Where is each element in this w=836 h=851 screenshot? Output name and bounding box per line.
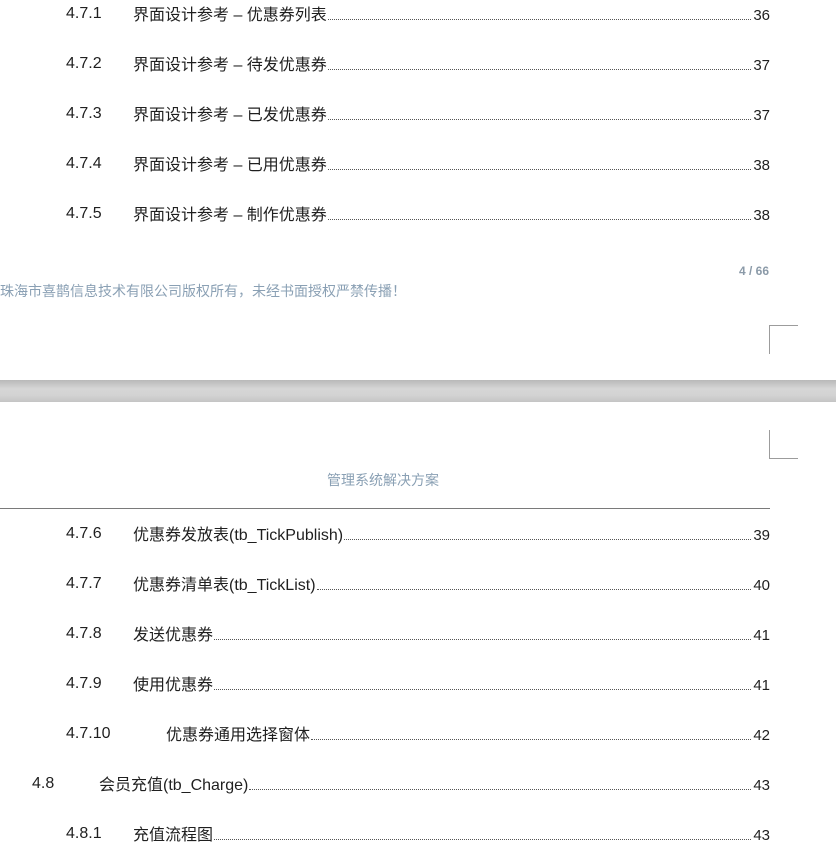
toc-title: 界面设计参考 – 已用优惠券	[133, 157, 327, 174]
toc-leader-dots	[327, 169, 752, 170]
toc-leader-dots	[311, 739, 752, 740]
toc-leader-dots	[327, 69, 752, 70]
toc-entry[interactable]: 4.7.8 发送优惠券 41	[0, 622, 770, 646]
toc-title: 发送优惠券	[133, 627, 214, 644]
toc-number: 4.7.1	[66, 5, 102, 22]
toc-entry[interactable]: 4.7.6 优惠券发放表(tb_TickPublish) 39	[0, 522, 770, 546]
toc-number: 4.8.1	[66, 825, 102, 842]
toc-entry[interactable]: 4.7.3 界面设计参考 – 已发优惠券 37	[0, 102, 770, 126]
toc-page-number: 37	[753, 107, 770, 124]
document-page-5: 管理系统解决方案 4.7.6 优惠券发放表(tb_TickPublish) 39…	[0, 402, 836, 851]
toc-number: 4.7.5	[66, 205, 102, 222]
toc-number: 4.7.9	[66, 675, 102, 692]
page-counter: 4 / 66	[738, 264, 769, 278]
toc-title: 界面设计参考 – 制作优惠券	[133, 207, 327, 224]
page-header-title: 管理系统解决方案	[327, 472, 439, 488]
toc-leader-dots	[214, 839, 752, 840]
toc-title: 优惠券发放表(tb_TickPublish)	[133, 527, 344, 544]
toc-number: 4.7.3	[66, 105, 102, 122]
page-corner-mark	[769, 430, 798, 459]
toc-leader-dots	[327, 119, 752, 120]
page-separator	[0, 380, 836, 402]
footer-copyright: 珠海市喜鹊信息技术有限公司版权所有，未经书面授权严禁传播！	[0, 283, 406, 299]
toc-leader-dots	[327, 19, 752, 20]
toc-number: 4.7.4	[66, 155, 102, 172]
toc-entry[interactable]: 4.7.7 优惠券清单表(tb_TickList) 40	[0, 572, 770, 596]
toc-page-number: 38	[753, 207, 770, 224]
toc-page-number: 38	[753, 157, 770, 174]
toc-page-number: 36	[753, 7, 770, 24]
toc-leader-dots	[249, 789, 752, 790]
toc-title: 界面设计参考 – 待发优惠券	[133, 57, 327, 74]
header-rule	[0, 508, 770, 509]
toc-entry[interactable]: 4.7.9 使用优惠券 41	[0, 672, 770, 696]
toc-entry[interactable]: 4.8.1 充值流程图 43	[0, 822, 770, 846]
toc-number: 4.7.8	[66, 625, 102, 642]
toc-page-number: 40	[753, 577, 770, 594]
toc-entry[interactable]: 4.7.1 界面设计参考 – 优惠券列表 36	[0, 2, 770, 26]
toc-leader-dots	[214, 689, 752, 690]
toc-title: 会员充值(tb_Charge)	[99, 777, 249, 794]
toc-entry[interactable]: 4.7.2 界面设计参考 – 待发优惠券 37	[0, 52, 770, 76]
toc-entry[interactable]: 4.8 会员充值(tb_Charge) 43	[0, 772, 770, 796]
toc-page-number: 41	[753, 627, 770, 644]
toc-title: 使用优惠券	[133, 677, 214, 694]
toc-leader-dots	[344, 539, 752, 540]
toc-title: 界面设计参考 – 优惠券列表	[133, 7, 327, 24]
toc-entry[interactable]: 4.7.4 界面设计参考 – 已用优惠券 38	[0, 152, 770, 176]
toc-leader-dots	[316, 589, 752, 590]
toc-number: 4.7.6	[66, 525, 102, 542]
toc-entry[interactable]: 4.7.10 优惠券通用选择窗体 42	[0, 722, 770, 746]
toc-page-number: 41	[753, 677, 770, 694]
toc-title: 优惠券清单表(tb_TickList)	[133, 577, 316, 594]
toc-number: 4.7.7	[66, 575, 102, 592]
toc-entry[interactable]: 4.7.5 界面设计参考 – 制作优惠券 38	[0, 202, 770, 226]
toc-page-number: 43	[753, 827, 770, 844]
toc-page-number: 42	[753, 727, 770, 744]
toc-page-number: 39	[753, 527, 770, 544]
toc-page-number: 43	[753, 777, 770, 794]
toc-title: 优惠券通用选择窗体	[166, 727, 311, 744]
toc-title: 界面设计参考 – 已发优惠券	[133, 107, 327, 124]
toc-leader-dots	[327, 219, 752, 220]
toc-number: 4.7.2	[66, 55, 102, 72]
toc-leader-dots	[214, 639, 752, 640]
toc-number: 4.7.10	[66, 725, 111, 742]
document-page-4: 4.7.1 界面设计参考 – 优惠券列表 36 4.7.2 界面设计参考 – 待…	[0, 0, 836, 380]
toc-page-number: 37	[753, 57, 770, 74]
page-corner-mark	[769, 325, 798, 354]
toc-number: 4.8	[32, 775, 55, 792]
toc-title: 充值流程图	[133, 827, 214, 844]
